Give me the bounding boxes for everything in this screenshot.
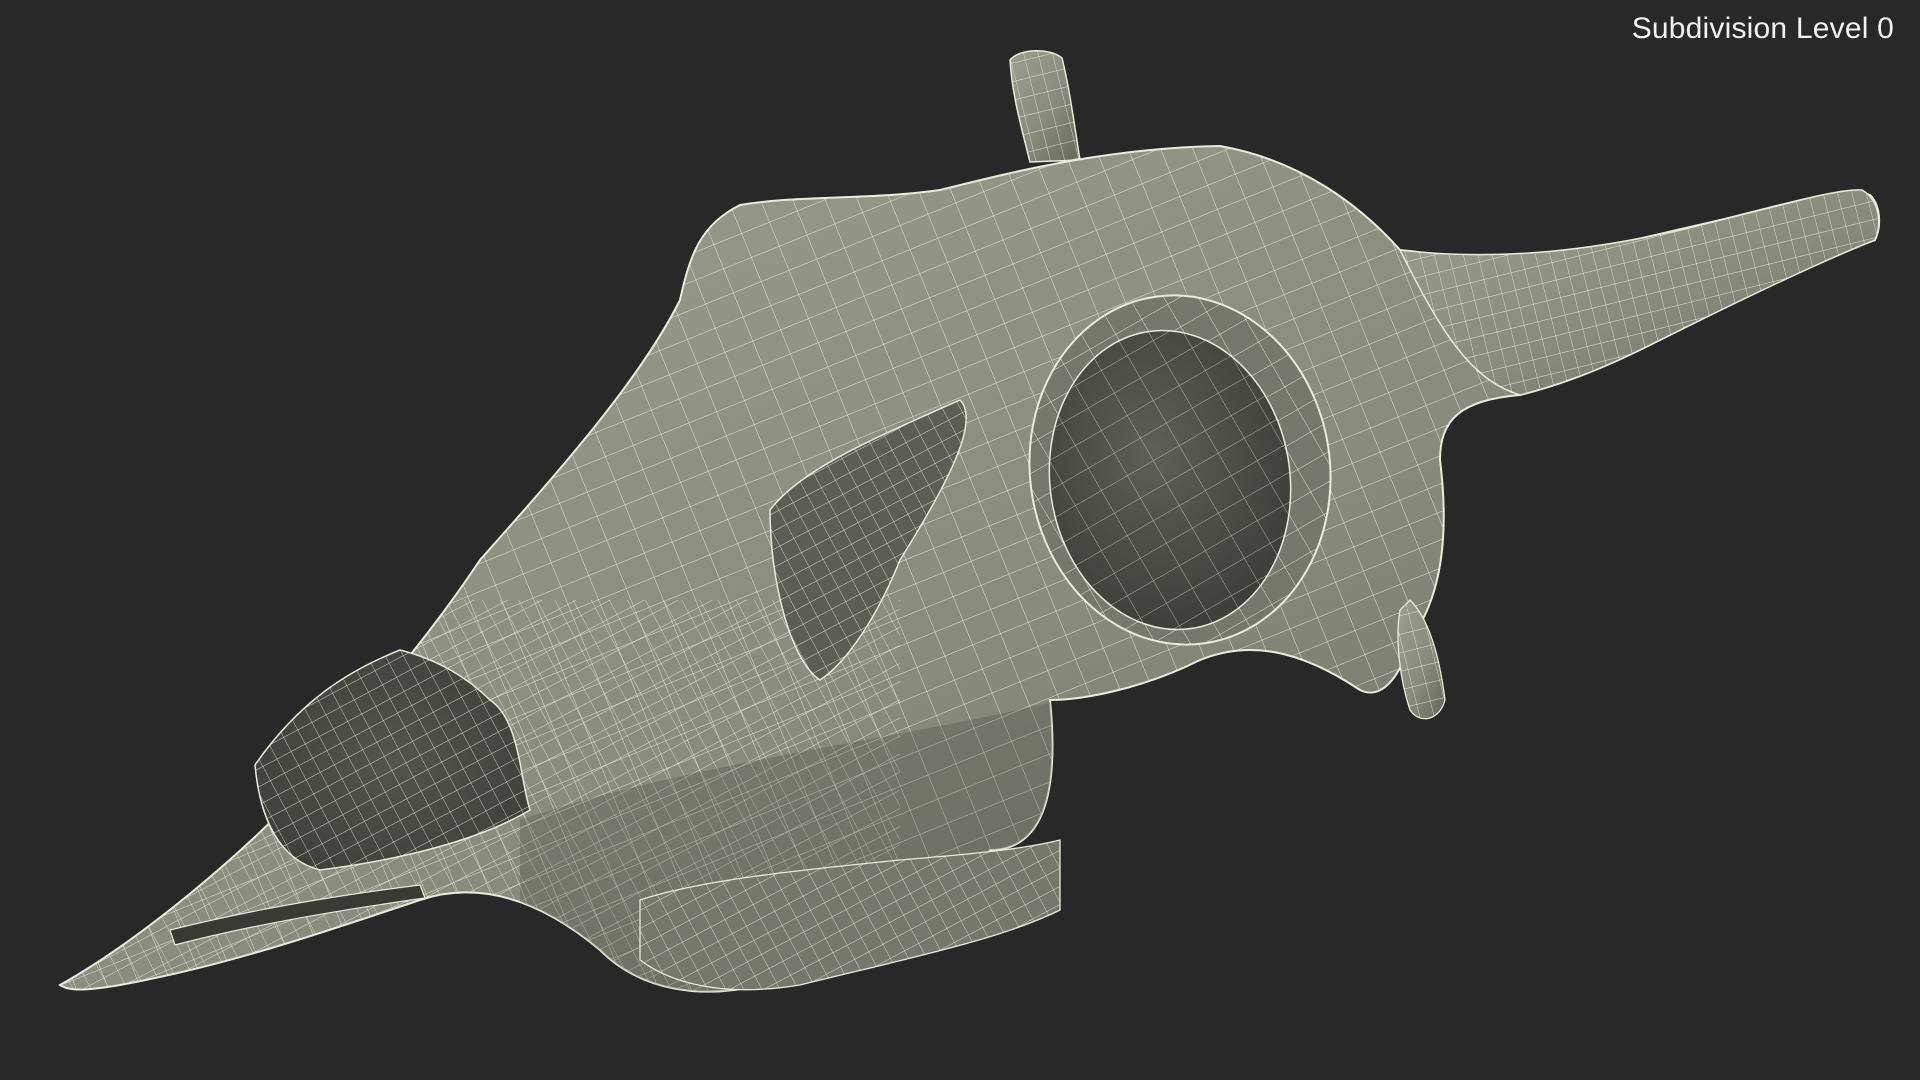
left-horn	[1009, 50, 1081, 163]
jaw-process	[1397, 599, 1446, 720]
right-horn	[1398, 189, 1880, 396]
skull-model	[59, 50, 1881, 993]
subdivision-level-label: Subdivision Level 0	[1631, 12, 1894, 45]
render-viewport[interactable]: Subdivision Level 0	[0, 0, 1920, 1080]
